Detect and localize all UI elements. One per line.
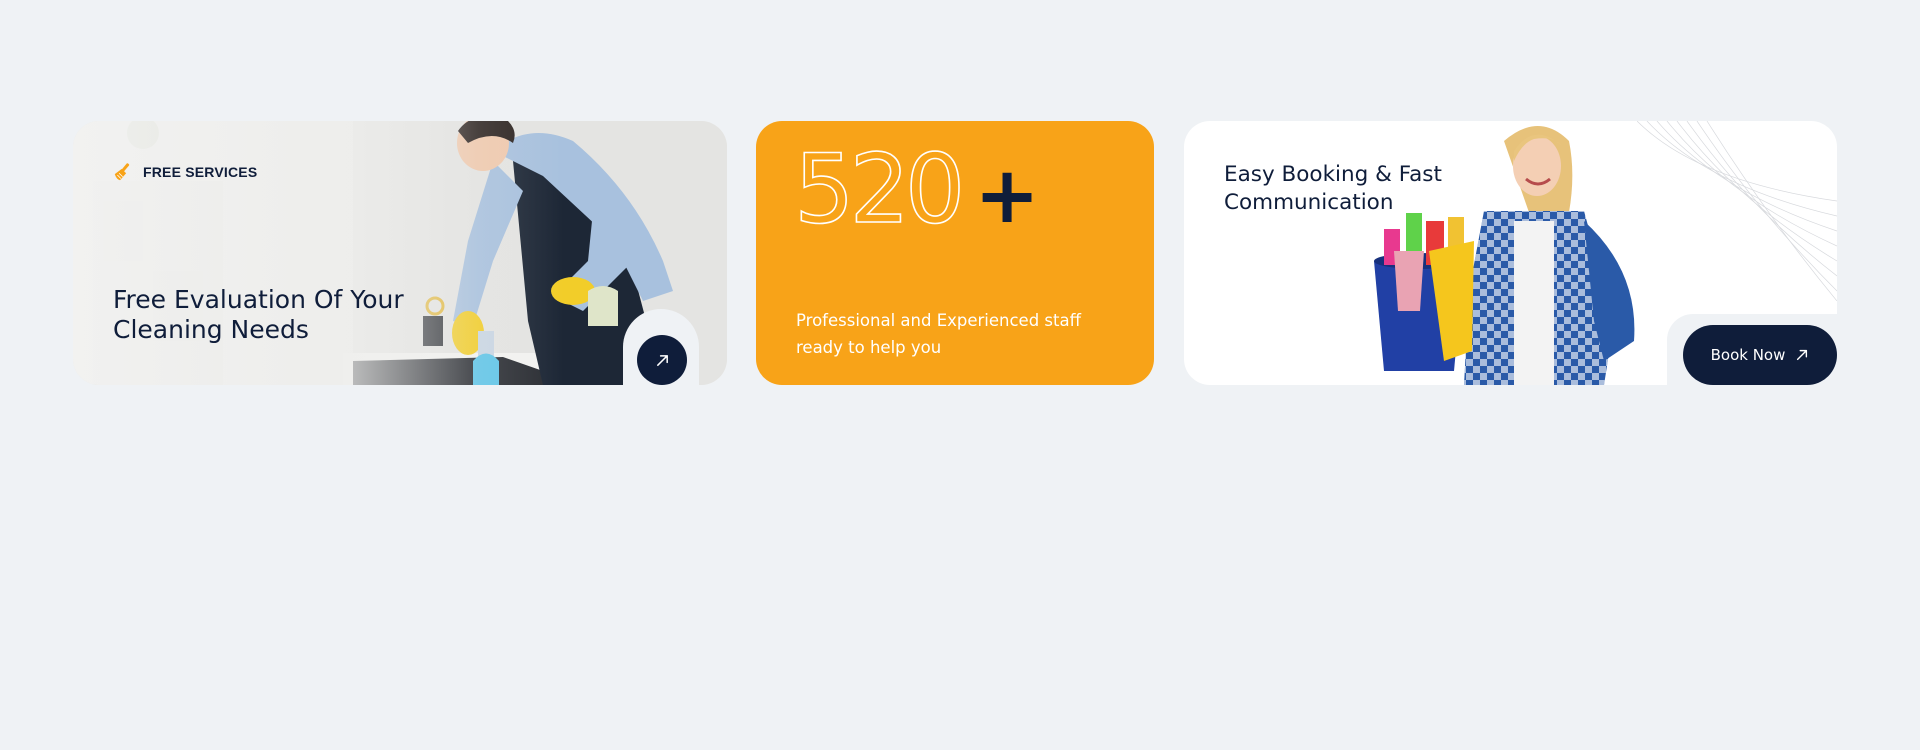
- book-now-label: Book Now: [1710, 346, 1786, 364]
- book-now-button[interactable]: Book Now: [1683, 325, 1837, 385]
- evaluation-arrow-button[interactable]: [637, 335, 687, 385]
- booking-heading: Easy Booking & Fast Communication: [1224, 162, 1442, 215]
- staff-description: Professional and Experienced staff ready…: [796, 311, 1081, 357]
- staff-stats-card: 520 + Professional and Experienced staff…: [756, 121, 1154, 385]
- broom-icon: [114, 163, 130, 181]
- evaluation-heading: Free Evaluation Of Your Cleaning Needs: [113, 285, 404, 344]
- arrow-up-right-icon: [656, 354, 668, 366]
- staff-count-number: 520: [793, 135, 966, 245]
- staff-count: 520 +: [793, 135, 1040, 245]
- free-services-tag: FREE SERVICES: [113, 161, 257, 182]
- booking-card: Easy Booking & Fast Communication Book N…: [1184, 121, 1837, 385]
- staff-count-plus: +: [974, 151, 1040, 241]
- free-services-label: FREE SERVICES: [143, 163, 258, 180]
- free-evaluation-card: FREE SERVICES Free Evaluation Of Your Cl…: [73, 121, 727, 385]
- arrow-up-right-icon: [1797, 349, 1808, 361]
